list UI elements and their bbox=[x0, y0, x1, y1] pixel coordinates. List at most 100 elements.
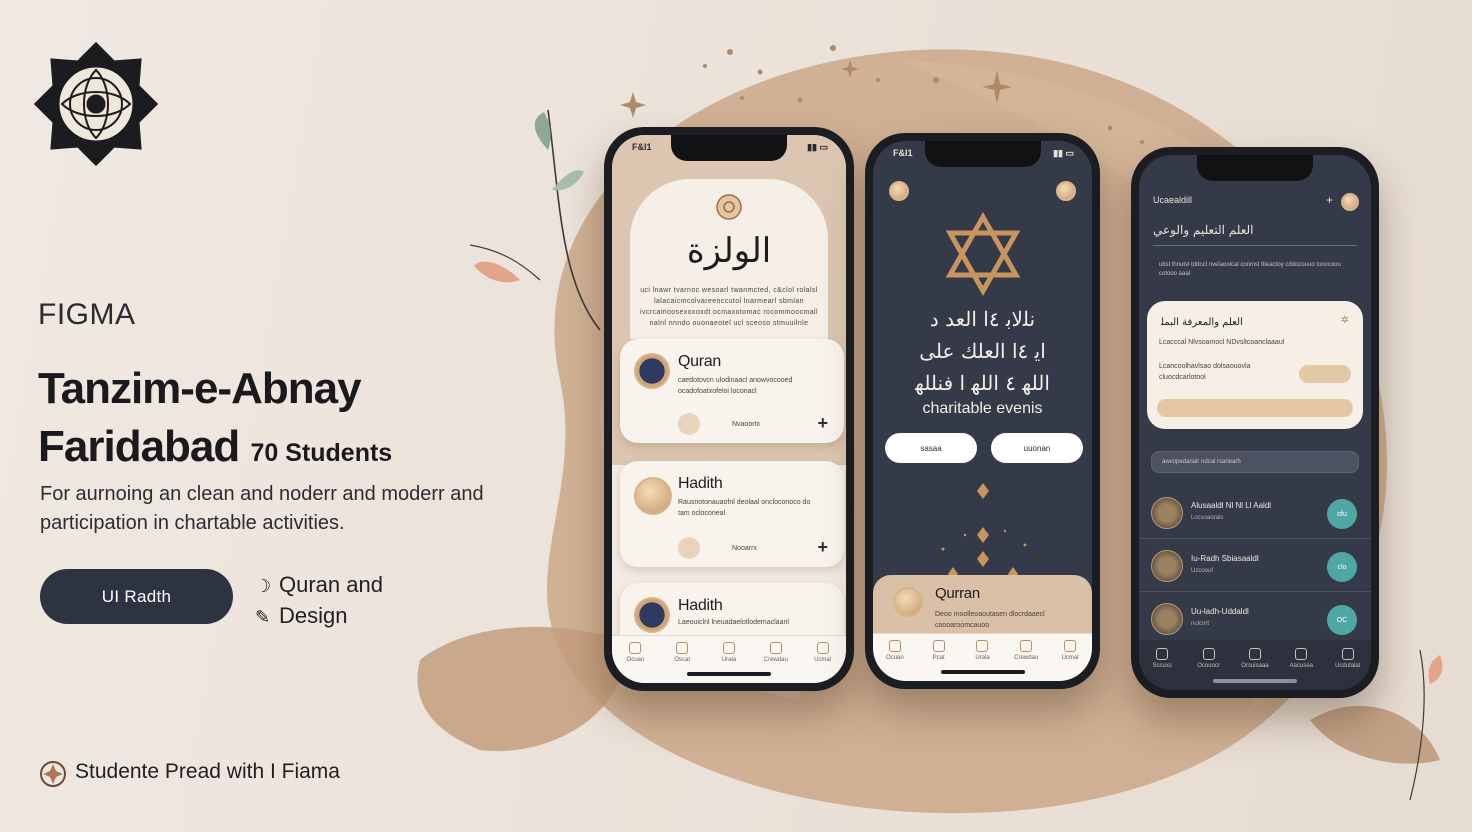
item-name: Iu-Radh Sbiasaaldl bbox=[1191, 554, 1259, 563]
footer-text: Studente Pread with I Fiama bbox=[75, 760, 340, 783]
hero-emblem-icon bbox=[716, 194, 742, 220]
tab-icon bbox=[1156, 648, 1169, 660]
tab-icon bbox=[1295, 648, 1308, 660]
avatar bbox=[1151, 603, 1183, 635]
hero-arabic-title: الولزة bbox=[686, 231, 772, 271]
card-small-button[interactable] bbox=[1299, 365, 1351, 383]
quran-card[interactable]: Qurran Deoo moolleoaoutasen dlocrdaaecl … bbox=[873, 575, 1092, 633]
side-note-2-text: Design bbox=[279, 603, 348, 628]
tab-1[interactable]: Ocuan bbox=[615, 642, 655, 683]
tab-5[interactable]: Ucdutalat bbox=[1328, 648, 1368, 690]
star-emblem-icon bbox=[945, 211, 1020, 297]
tab-label: Ucmal bbox=[814, 657, 832, 663]
tab-label: Crewdau bbox=[763, 657, 788, 663]
pen-icon: ✎ bbox=[255, 607, 271, 627]
description-text: For aurnoing an clean and noderr and mod… bbox=[40, 483, 484, 534]
tab-icon bbox=[888, 640, 901, 652]
students-count: 70 Students bbox=[250, 439, 393, 467]
crescent-icon: ☽ bbox=[255, 576, 272, 596]
hadith-coin-icon bbox=[634, 597, 670, 633]
tab-label: Urala bbox=[975, 655, 990, 661]
tab-icon bbox=[1248, 648, 1261, 660]
pill-button-left[interactable]: sasaa bbox=[885, 433, 977, 463]
home-indicator bbox=[940, 670, 1025, 674]
quran-card[interactable]: Quran caedotovcn ulodinaacl anowvocooed … bbox=[620, 339, 844, 443]
battery-icon: ▮▮ ▭ bbox=[1053, 148, 1074, 158]
card-subtitle: Laeouiclnl lneuadaelotlodemaclaanl bbox=[678, 619, 789, 626]
tab-4[interactable]: Aacusea bbox=[1281, 648, 1321, 690]
side-note-2: ✎ Design bbox=[255, 601, 383, 632]
tab-4[interactable]: Crewdau bbox=[1006, 640, 1046, 681]
search-input[interactable]: awvopedarialr ndcal rsarlearh bbox=[1151, 451, 1359, 473]
phone3-notch bbox=[1197, 155, 1313, 181]
side-note-1: ☽ Quran and bbox=[255, 570, 383, 601]
audio-icon[interactable] bbox=[678, 537, 700, 559]
ornament-icon: ✲ bbox=[1340, 315, 1349, 326]
item-name: Uu-ladh-Uddaldl bbox=[1191, 607, 1249, 616]
tab-icon bbox=[769, 642, 782, 654]
arabic-line-3: ﺍﻟﻠﻬ ٤ ﺍﻟﻠﻬ ﺍ ﻓﻨﻠﻠﻬ bbox=[915, 371, 1050, 395]
tool-label: FIGMA bbox=[38, 298, 136, 331]
list-item[interactable]: Alusaaldl Nl Nl Ll Aaldl Locsoaorals ofu bbox=[1139, 489, 1371, 539]
hadith-card[interactable]: Hadith Rausnotonauaofnl deolaal onclocon… bbox=[620, 461, 844, 567]
tab-2[interactable]: Pcat bbox=[919, 640, 959, 681]
status-badge[interactable]: OC bbox=[1327, 605, 1357, 635]
hero-description: uci lnawr tvarnoc wesoarl twanmcted, c&c… bbox=[640, 287, 818, 327]
tab-1[interactable]: Sccuxs bbox=[1142, 648, 1182, 690]
side-notes: ☽ Quran and ✎ Design bbox=[255, 570, 383, 632]
card-progress-button[interactable] bbox=[1157, 399, 1353, 417]
tab-2[interactable]: Ocouocr bbox=[1189, 648, 1229, 690]
page-title: Tanzim-e-Abnay Faridabad 70 Students bbox=[38, 360, 392, 482]
tab-icon bbox=[676, 642, 689, 654]
header-small: Ucaealdill bbox=[1153, 195, 1193, 205]
card-subtitle: Rausnotonauaofnl deolaal oncloconoco do … bbox=[678, 499, 811, 517]
cta-button[interactable]: UI Radth bbox=[40, 569, 233, 624]
list-item[interactable]: Uu-ladh-Uddaldl nulcnrt OC bbox=[1139, 595, 1371, 645]
tab-icon bbox=[629, 642, 642, 654]
tab-label: Pcat bbox=[932, 655, 945, 661]
add-icon[interactable]: + bbox=[817, 537, 828, 558]
item-sub: Uzcoouf bbox=[1191, 568, 1214, 574]
pill-button-right[interactable]: uuonan bbox=[991, 433, 1083, 463]
audio-icon[interactable] bbox=[678, 413, 700, 435]
tab-label: Urala bbox=[721, 657, 737, 663]
tab-3[interactable]: Urala bbox=[709, 642, 749, 683]
phone2-screen: F&l1 ▮▮ ▭ ﻧﻠﻟﺎﺑ ٤ﺍ ﺍﻟﻌﺪ ﺩ ﺍﯾ ٤ﺍ ﺍﻟﻌﻠﻚ ﻋﻠ… bbox=[873, 141, 1092, 681]
phone3-screen: Ucaealdill + ﺍﻟﻌﻠﻢ ﺍﻟﺘﻌﻠﯿﻢ ﻭﺍﻟﻮﻋﻲ ubsl t… bbox=[1139, 155, 1371, 690]
card-subtitle: caedotovcn ulodinaacl anowvocooed ocadof… bbox=[678, 377, 793, 395]
tab-5[interactable]: Ucmal bbox=[803, 642, 843, 683]
intro-text: ubsl thnutvl tddocl nvelaoolcal conmsl t… bbox=[1159, 262, 1341, 277]
home-indicator bbox=[1213, 679, 1297, 683]
tab-3[interactable]: Urala bbox=[962, 640, 1002, 681]
featured-card[interactable]: ﺍﻟﻌﻠﻢ ﻭﺍﻟﻤﻌﺮﻓﺔ ﺍﻟﺒﻤﻠ ✲ Lcacccal Nlvsoamo… bbox=[1147, 301, 1363, 429]
quran-coin-icon bbox=[634, 353, 670, 389]
status-badge[interactable]: clo bbox=[1327, 552, 1357, 582]
item-name: Alusaaldl Nl Nl Ll Aaldl bbox=[1191, 501, 1272, 510]
battery-icon: ▮▮ ▭ bbox=[807, 142, 828, 152]
title-city: Faridabad bbox=[38, 422, 240, 471]
tab-5[interactable]: Ucmal bbox=[1050, 640, 1090, 681]
card-meta: Nooarrx bbox=[732, 545, 757, 552]
tab-1[interactable]: Ocuan bbox=[875, 640, 915, 681]
profile-ornament-icon[interactable] bbox=[1341, 193, 1359, 211]
card-subtitle: Deoo moolleoaoutasen dlocrdaaecl coooaro… bbox=[935, 611, 1045, 629]
corner-ornament-icon bbox=[889, 181, 909, 201]
tab-4[interactable]: Crewdau bbox=[756, 642, 796, 683]
tab-3[interactable]: Orsuisaaa bbox=[1235, 648, 1275, 690]
card-line-2: Lcancoolhavlsao dolsaouovla cluocdcarlot… bbox=[1159, 363, 1251, 381]
tab-icon bbox=[1341, 648, 1354, 660]
tab-label: Orsuisaaa bbox=[1241, 663, 1269, 669]
status-time: F&l1 bbox=[632, 142, 652, 152]
add-icon[interactable]: + bbox=[1326, 193, 1333, 207]
side-note-1-text: Quran and bbox=[279, 572, 383, 597]
card-title: Qurran bbox=[935, 585, 980, 602]
tab-icon bbox=[1202, 648, 1215, 660]
quran-coin-icon bbox=[893, 587, 923, 617]
phone1-status-bar: F&l1 ▮▮ ▭ bbox=[632, 142, 828, 156]
ornament-cluster-icon bbox=[941, 483, 1027, 581]
add-icon[interactable]: + bbox=[817, 413, 828, 434]
tab-label: Ocuan bbox=[626, 657, 645, 663]
tab-2[interactable]: Oscat bbox=[662, 642, 702, 683]
status-badge[interactable]: ofu bbox=[1327, 499, 1357, 529]
list-item[interactable]: Iu-Radh Sbiasaaldl Uzcoouf clo bbox=[1139, 542, 1371, 592]
